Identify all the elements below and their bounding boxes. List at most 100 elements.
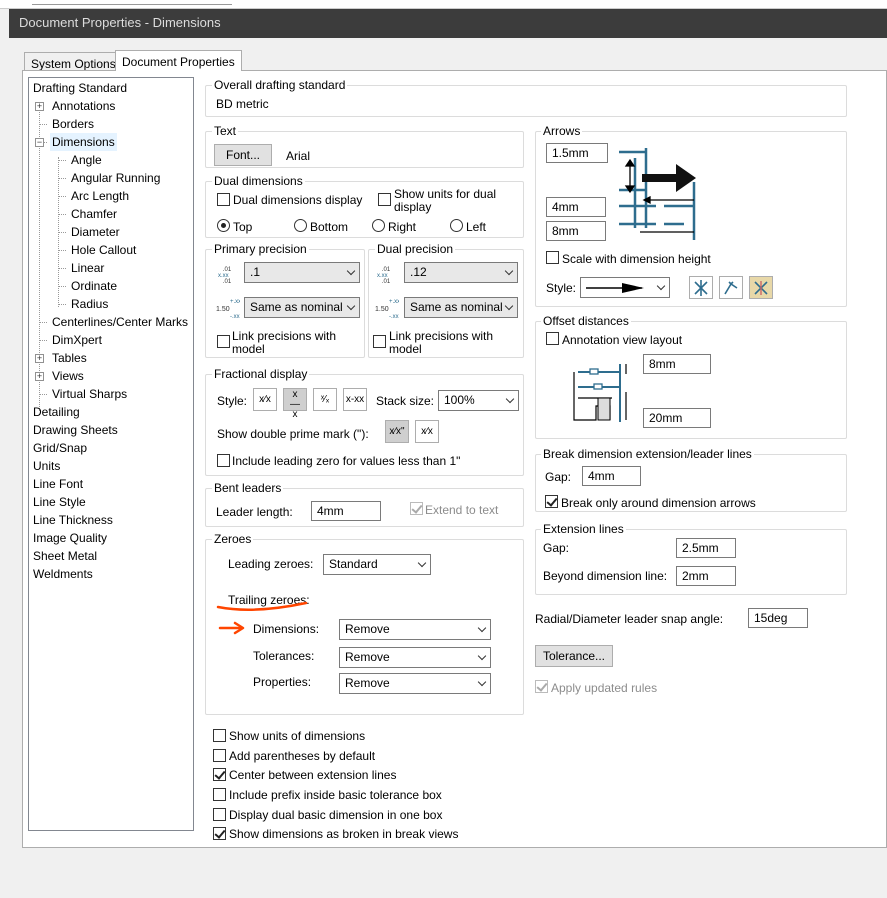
tree-item-arc-length[interactable]: Arc Length — [71, 187, 129, 205]
primary-tolerance-select[interactable]: Same as nominal — [244, 297, 360, 318]
leading-zero-fraction-label: Include leading zero for values less tha… — [232, 454, 461, 468]
radio-left-label: Left — [466, 220, 487, 234]
expand-plus-icon[interactable]: + — [35, 354, 44, 363]
expand-plus-icon[interactable]: + — [35, 102, 44, 111]
dual-display-checkbox[interactable] — [217, 193, 230, 206]
properties-zeroes-select[interactable]: Remove — [339, 673, 491, 694]
tree-item-tables[interactable]: Tables — [52, 349, 87, 367]
leading-zero-fraction-checkbox[interactable] — [217, 454, 230, 467]
tree-item-annotations[interactable]: Annotations — [52, 97, 115, 115]
fraction-stacked-icon[interactable]: x — x — [283, 388, 307, 420]
tree-item-views[interactable]: Views — [52, 367, 84, 385]
extend-to-text-checkbox[interactable] — [410, 502, 423, 515]
tree-item-detailing[interactable]: Detailing — [33, 403, 80, 421]
tree-item-hole-callout[interactable]: Hole Callout — [71, 241, 136, 259]
snap-angle-input[interactable]: 15deg — [748, 608, 808, 628]
tree-item-chamfer[interactable]: Chamfer — [71, 205, 117, 223]
font-button[interactable]: Font... — [214, 144, 272, 166]
radio-left[interactable] — [450, 219, 463, 232]
radio-bottom-label: Bottom — [310, 220, 349, 234]
background-document-strip — [0, 0, 887, 9]
radio-top[interactable] — [217, 219, 230, 232]
tree-item-line-style[interactable]: Line Style — [33, 493, 86, 511]
tree-item-line-font[interactable]: Line Font — [33, 475, 83, 493]
include-prefix-checkbox[interactable] — [213, 788, 226, 801]
arrows-outside-icon[interactable] — [689, 276, 713, 299]
show-broken-checkbox[interactable] — [213, 827, 226, 840]
extension-gap-input[interactable]: 2.5mm — [676, 538, 736, 558]
arrows-smart-icon[interactable] — [749, 276, 773, 299]
expand-plus-icon[interactable]: + — [35, 372, 44, 381]
tree-item-linear[interactable]: Linear — [71, 259, 104, 277]
leading-zeroes-select[interactable]: Standard — [323, 554, 431, 575]
category-tree[interactable]: Drafting Standard + Annotations Borders … — [28, 77, 194, 831]
dimensions-zeroes-select[interactable]: Remove — [339, 619, 491, 640]
arrow-size-2-input[interactable]: 4mm — [546, 197, 606, 217]
tab-system-options[interactable]: System Options — [24, 52, 123, 71]
tree-item-ordinate[interactable]: Ordinate — [71, 277, 117, 295]
tree-item-sheet-metal[interactable]: Sheet Metal — [33, 547, 97, 565]
extension-gap-label: Gap: — [543, 541, 570, 555]
tree-item-dimensions[interactable]: Dimensions — [50, 133, 117, 151]
dual-link-label-2: model — [389, 342, 422, 356]
center-between-checkbox[interactable] — [213, 768, 226, 781]
arrow-dimension-diagram — [619, 148, 696, 240]
dual-tolerance-select[interactable]: Same as nominal — [404, 297, 518, 318]
display-dual-basic-checkbox[interactable] — [213, 808, 226, 821]
tree-item-radius[interactable]: Radius — [71, 295, 108, 313]
double-prime-off-icon[interactable]: x⁄x — [415, 420, 439, 443]
arrow-size-1-input[interactable]: 1.5mm — [546, 143, 608, 163]
tolerance-button[interactable]: Tolerance... — [535, 645, 613, 667]
apply-updated-rules-checkbox[interactable] — [535, 680, 548, 693]
offset-value-1-input[interactable]: 8mm — [643, 354, 711, 374]
primary-precision-select[interactable]: .1 — [244, 262, 360, 283]
tree-item-drafting-standard[interactable]: Drafting Standard — [33, 79, 127, 97]
beyond-dimension-input[interactable]: 2mm — [676, 566, 736, 586]
tree-item-units[interactable]: Units — [33, 457, 60, 475]
stack-size-select[interactable]: 100% — [438, 390, 519, 411]
radio-right-label: Right — [388, 220, 417, 234]
dual-precision-select[interactable]: .12 — [404, 262, 518, 283]
arrow-style-select[interactable] — [580, 277, 670, 298]
tree-item-angular-running[interactable]: Angular Running — [71, 169, 160, 187]
fraction-inline-icon[interactable]: x⁄x — [253, 388, 277, 411]
tab-document-properties[interactable]: Document Properties — [115, 50, 242, 71]
show-units-label: Show units of dimensions — [229, 729, 366, 743]
scale-with-height-checkbox[interactable] — [546, 251, 559, 264]
break-only-arrows-checkbox[interactable] — [545, 495, 558, 508]
tree-item-dimxpert[interactable]: DimXpert — [52, 331, 102, 349]
tree-item-centerlines[interactable]: Centerlines/Center Marks — [52, 313, 188, 331]
offset-value-2-input[interactable]: 20mm — [643, 408, 711, 428]
double-prime-on-icon[interactable]: x⁄x" — [385, 420, 409, 443]
svg-text:.01: .01 — [382, 279, 391, 284]
collapse-minus-icon[interactable]: − — [35, 138, 44, 147]
leading-zeroes-label: Leading zeroes: — [228, 557, 314, 571]
annotation-view-layout-checkbox[interactable] — [546, 332, 559, 345]
radio-bottom[interactable] — [294, 219, 307, 232]
break-gap-input[interactable]: 4mm — [582, 466, 641, 486]
tree-item-drawing-sheets[interactable]: Drawing Sheets — [33, 421, 118, 439]
offset-distances-diagram — [573, 364, 627, 422]
tree-item-diameter[interactable]: Diameter — [71, 223, 120, 241]
show-units-checkbox[interactable] — [213, 729, 226, 742]
tree-item-borders[interactable]: Borders — [52, 115, 94, 133]
radio-right[interactable] — [372, 219, 385, 232]
dual-link-checkbox[interactable] — [373, 335, 386, 348]
primary-link-checkbox[interactable] — [217, 335, 230, 348]
arrow-size-3-input[interactable]: 8mm — [546, 221, 606, 241]
tree-item-grid-snap[interactable]: Grid/Snap — [33, 439, 87, 457]
add-parentheses-checkbox[interactable] — [213, 749, 226, 762]
tree-item-weldments[interactable]: Weldments — [33, 565, 93, 583]
tolerances-zeroes-select[interactable]: Remove — [339, 647, 491, 668]
fraction-diagonal-icon[interactable]: ˣ⁄ₓ — [313, 388, 337, 411]
bent-leaders-title: Bent leaders — [212, 481, 284, 495]
leader-length-input[interactable]: 4mm — [311, 501, 381, 521]
primary-precision-title: Primary precision — [212, 242, 309, 256]
fraction-dash-icon[interactable]: x-xx — [343, 388, 367, 411]
show-units-dual-checkbox[interactable] — [378, 193, 391, 206]
arrows-inside-icon[interactable] — [719, 276, 743, 299]
tree-item-virtual-sharps[interactable]: Virtual Sharps — [52, 385, 127, 403]
tree-item-image-quality[interactable]: Image Quality — [33, 529, 107, 547]
tree-item-angle[interactable]: Angle — [71, 151, 102, 169]
tree-item-line-thickness[interactable]: Line Thickness — [33, 511, 113, 529]
